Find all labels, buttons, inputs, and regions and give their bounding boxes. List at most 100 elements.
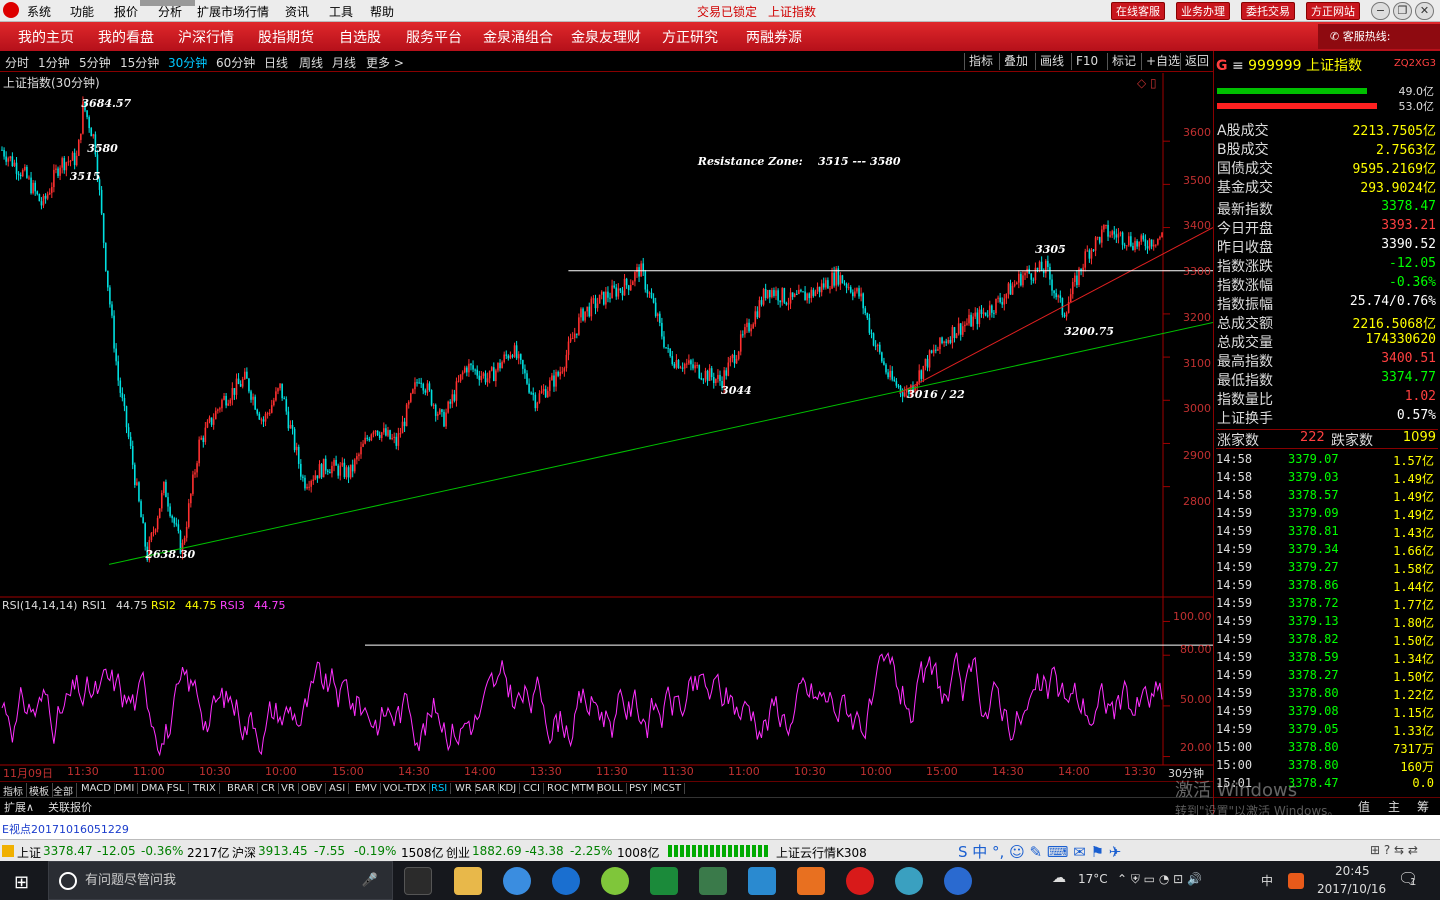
nav-home[interactable]: 我的主页 [18, 27, 74, 47]
indicator-tab-15[interactable]: RSI [428, 783, 452, 794]
clock-time[interactable]: 20:45 [1335, 864, 1370, 878]
minimize-icon[interactable]: − [1371, 2, 1390, 20]
founder-app-icon[interactable] [846, 867, 874, 895]
menu-item-tools[interactable]: 工具 [329, 3, 353, 20]
statusbar-tools-icon[interactable]: ⊞ ? ⇆ ⇄ [1370, 843, 1418, 857]
indicator-tab-6[interactable]: FSL [164, 783, 189, 794]
chart-options-icon[interactable]: ◇ ▯ [1137, 76, 1157, 90]
indicator-tab-11[interactable]: OBV [298, 783, 327, 794]
tray-icons[interactable]: ⌃ ⛨ ▭ ◔ ⊡ 🔊 [1117, 872, 1202, 887]
candle-body [63, 158, 66, 171]
period-monthly[interactable]: 月线 [332, 54, 356, 71]
app-blue-icon[interactable] [748, 867, 776, 895]
period-daily[interactable]: 日线 [264, 54, 288, 71]
indicator-tab-1[interactable]: 模板 [26, 783, 53, 798]
period-weekly[interactable]: 周线 [299, 54, 323, 71]
menu-item-function[interactable]: 功能 [70, 3, 94, 20]
tab-main[interactable]: 主 [1388, 798, 1400, 815]
nav-portfolio[interactable]: 金泉涌组合 [483, 27, 553, 47]
start-windows-icon[interactable]: ⊞ [14, 872, 29, 893]
taskbar-search[interactable]: 有问题尽管问我 🎤 [48, 861, 393, 900]
nav-research[interactable]: 方正研究 [662, 27, 718, 47]
menu-item-help[interactable]: 帮助 [370, 3, 394, 20]
nav-finance[interactable]: 金泉友理财 [571, 27, 641, 47]
indicator-tab-22[interactable]: BOLL [594, 783, 627, 794]
menu-item-quote[interactable]: 报价 [114, 3, 138, 20]
expand-button[interactable]: 扩展∧ [4, 799, 34, 815]
indicator-tab-4[interactable]: DMI [112, 783, 139, 794]
nav-margin[interactable]: 两融券源 [746, 27, 802, 47]
related-quote-button[interactable]: 关联报价 [48, 799, 92, 815]
menu-item-news[interactable]: 资讯 [285, 3, 309, 20]
tab-chips[interactable]: 筹 [1417, 798, 1429, 815]
tool-back[interactable]: 返回 [1180, 53, 1213, 70]
indicator-tab-10[interactable]: VR [278, 783, 299, 794]
indicator-tab-19[interactable]: CCI [520, 783, 544, 794]
chart-area[interactable]: 上证指数(30分钟) ◇ ▯ RSI(14,14,14) RSI1 44.75 … [0, 73, 1213, 782]
period-15min[interactable]: 15分钟 [120, 54, 159, 71]
indicator-tab-7[interactable]: TRIX [190, 783, 220, 794]
indicator-tab-13[interactable]: EMV [352, 783, 381, 794]
news-text[interactable]: E视点20171016051229 [2, 821, 129, 837]
trade-button[interactable]: 委托交易 [1241, 2, 1295, 20]
candle-body [34, 182, 37, 192]
app-green-icon[interactable] [601, 867, 629, 895]
menu-item-system[interactable]: 系统 [27, 3, 51, 20]
indicator-tab-24[interactable]: MCST [650, 783, 686, 794]
period-timeshare[interactable]: 分时 [5, 54, 29, 71]
period-more[interactable]: 更多 > [366, 54, 404, 71]
edge-icon[interactable] [552, 867, 580, 895]
pdf-icon[interactable] [797, 867, 825, 895]
app-photos-icon[interactable] [650, 867, 678, 895]
menu-icon[interactable]: ≡ [1232, 58, 1248, 74]
weather-temp[interactable]: 17°C [1078, 872, 1108, 886]
close-icon[interactable]: ✕ [1415, 2, 1434, 20]
weather-icon[interactable]: ☁ [1052, 870, 1066, 886]
period-5min[interactable]: 5分钟 [79, 54, 111, 71]
tool-f10[interactable]: F10 [1071, 53, 1102, 70]
website-button[interactable]: 方正网站 [1306, 2, 1360, 20]
restore-icon[interactable]: ❐ [1393, 2, 1412, 20]
nav-market[interactable]: 沪深行情 [178, 27, 234, 47]
online-service-button[interactable]: 在线客服 [1111, 2, 1165, 20]
indicator-tab-23[interactable]: PSY [626, 783, 652, 794]
ime-toolbar[interactable]: S 中 °, ☺ ✎ ⌨ ✉ ⚑ ✈ [958, 841, 1121, 862]
period-30min[interactable]: 30分钟 [168, 54, 207, 71]
nav-futures[interactable]: 股指期货 [258, 27, 314, 47]
menu-item-extended-market[interactable]: 扩展市场行情 [197, 3, 269, 20]
candle-body [777, 290, 779, 301]
tool-mark[interactable]: 标记 [1107, 53, 1140, 70]
indicator-tab-2[interactable]: 全部 [50, 783, 77, 798]
ie-icon[interactable] [503, 867, 531, 895]
clock-date[interactable]: 2017/10/16 [1317, 882, 1386, 896]
store-icon[interactable] [404, 867, 432, 895]
indicator-tab-8[interactable]: BRAR [224, 783, 259, 794]
indicator-tab-12[interactable]: ASI [326, 783, 350, 794]
candle-body [1005, 293, 1008, 299]
nav-service[interactable]: 服务平台 [406, 27, 462, 47]
app-globe-icon[interactable] [895, 867, 923, 895]
indicator-tab-14[interactable]: VOL-TDX [380, 783, 431, 794]
tool-indicator[interactable]: 指标 [964, 53, 997, 70]
period-60min[interactable]: 60分钟 [216, 54, 255, 71]
indicator-tab-3[interactable]: MACD [78, 783, 115, 794]
folder-icon[interactable] [454, 867, 482, 895]
tool-overlay[interactable]: 叠加 [999, 53, 1032, 70]
business-button[interactable]: 业务办理 [1176, 2, 1230, 20]
tool-draw[interactable]: 画线 [1035, 53, 1068, 70]
indicator-tab-0[interactable]: 指标 [0, 783, 27, 798]
candle-body [810, 289, 813, 299]
tool-add-watch[interactable]: +自选 [1141, 53, 1184, 70]
app-star-icon[interactable] [944, 867, 972, 895]
mic-icon[interactable]: 🎤 [362, 862, 378, 900]
indicator-tab-18[interactable]: KDJ [496, 783, 521, 794]
app-network-icon[interactable] [699, 867, 727, 895]
ime-indicator[interactable]: 中 [1261, 872, 1273, 889]
ime-s-icon[interactable] [1288, 873, 1304, 889]
nav-watch[interactable]: 我的看盘 [98, 27, 154, 47]
indicator-tab-9[interactable]: CR [258, 783, 279, 794]
period-1min[interactable]: 1分钟 [38, 54, 70, 71]
cloud-quote[interactable]: 上证云行情K308 [776, 844, 867, 861]
nav-watchlist[interactable]: 自选股 [339, 27, 381, 47]
tab-value[interactable]: 值 [1358, 798, 1370, 815]
